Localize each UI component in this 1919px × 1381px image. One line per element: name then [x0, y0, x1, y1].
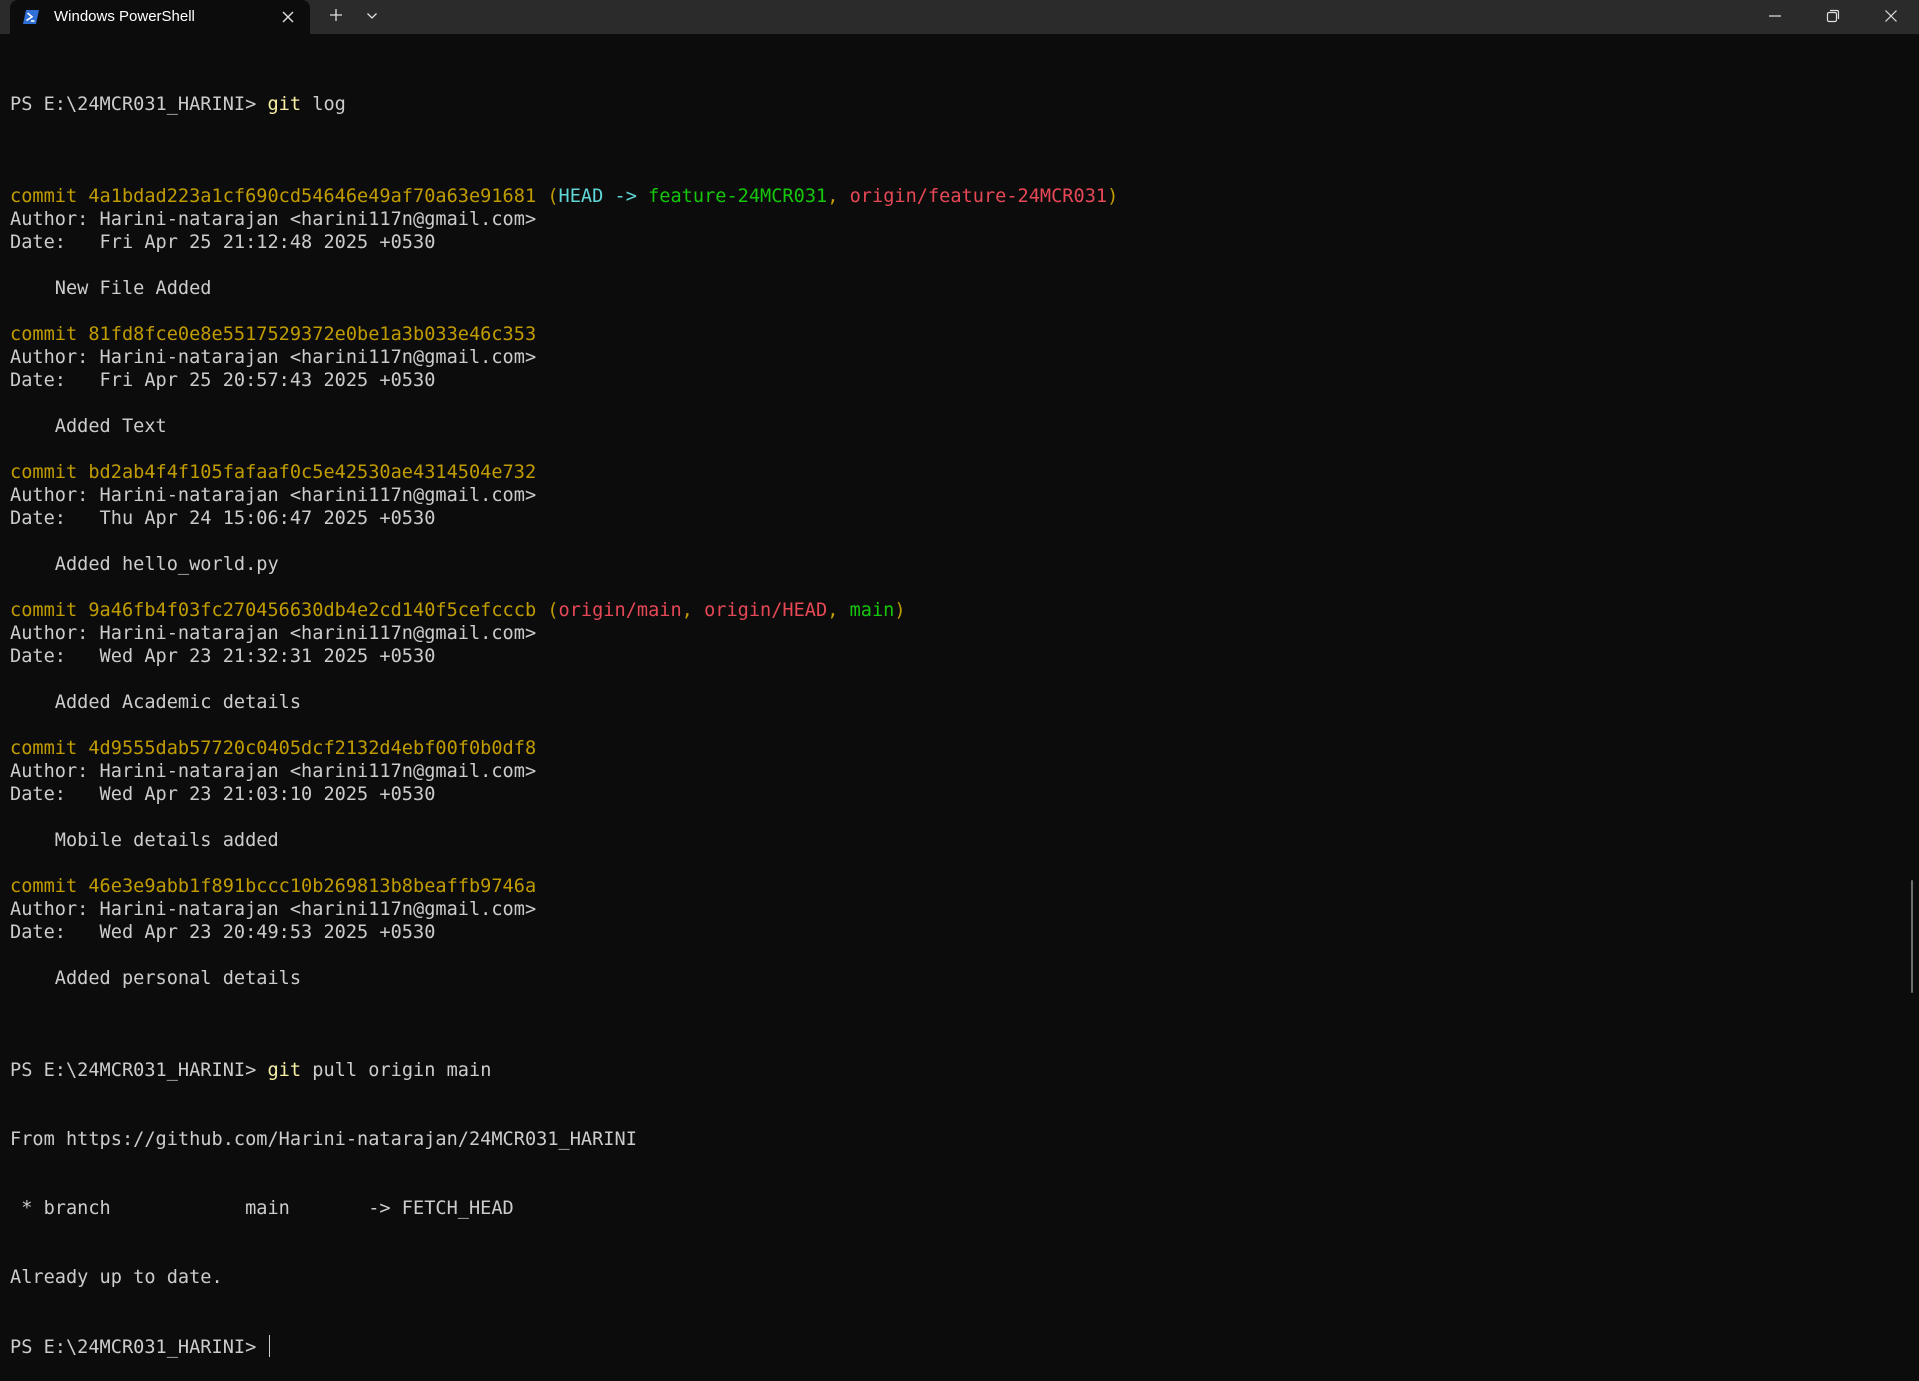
commit-date: Date: Wed Apr 23 20:49:53 2025 +0530 [10, 922, 436, 943]
commit-author: Author: Harini-natarajan <harini117n@gma… [10, 623, 537, 644]
restore-button[interactable] [1808, 0, 1858, 34]
restore-icon [1826, 8, 1840, 27]
powershell-icon [22, 8, 40, 26]
title-bar: Windows PowerShell [0, 0, 1919, 34]
commit-line: commit 4a1bdad223a1cf690cd54646e49af70a6… [10, 185, 1890, 208]
commit-line: commit 81fd8fce0e8e5517529372e0be1a3b033… [10, 323, 1890, 346]
commit-date: Date: Wed Apr 23 21:32:31 2025 +0530 [10, 646, 436, 667]
commit-hash: commit 46e3e9abb1f891bccc10b269813b8beaf… [10, 876, 537, 897]
commit-message: Mobile details added [10, 830, 279, 851]
commit-message: Added Academic details [10, 692, 302, 713]
minimize-icon [1768, 8, 1782, 27]
terminal-output[interactable]: PS E:\24MCR031_HARINI> git log commit 4a… [10, 47, 1890, 1381]
ref-label: feature-24MCR031 [648, 186, 828, 207]
ref-label: ) [894, 600, 906, 621]
commit-message: Added hello_world.py [10, 554, 279, 575]
tab-title: Windows PowerShell [54, 8, 195, 25]
commit-author: Author: Harini-natarajan <harini117n@gma… [10, 761, 537, 782]
pull-output-line: Already up to date. [10, 1267, 223, 1288]
pull-output-line: * branch main -> FETCH_HEAD [10, 1198, 514, 1219]
commit-line: commit 46e3e9abb1f891bccc10b269813b8beaf… [10, 875, 1890, 898]
commit-date: Date: Fri Apr 25 21:12:48 2025 +0530 [10, 232, 436, 253]
commit-message: Added personal details [10, 968, 302, 989]
commit-hash: commit 9a46fb4f03fc270456630db4e2cd140f5… [10, 600, 537, 621]
prompt: PS E:\24MCR031_HARINI> [10, 94, 268, 115]
close-window-button[interactable] [1866, 0, 1916, 34]
prompt: PS E:\24MCR031_HARINI> [10, 1060, 268, 1081]
commit-hash: commit 81fd8fce0e8e5517529372e0be1a3b033… [10, 324, 537, 345]
close-icon[interactable] [280, 9, 296, 25]
tab-windows-powershell[interactable]: Windows PowerShell [10, 0, 310, 34]
ref-label: ( [536, 186, 559, 207]
ref-label: ) [1107, 186, 1119, 207]
tab-dropdown-button[interactable] [356, 0, 388, 34]
commit-date: Date: Thu Apr 24 15:06:47 2025 +0530 [10, 508, 436, 529]
ref-label: origin/main [558, 600, 682, 621]
commit-date: Date: Fri Apr 25 20:57:43 2025 +0530 [10, 370, 436, 391]
commit-line: commit 9a46fb4f03fc270456630db4e2cd140f5… [10, 599, 1890, 622]
command-args: log [301, 94, 346, 115]
commit-author: Author: Harini-natarajan <harini117n@gma… [10, 347, 537, 368]
commit-author: Author: Harini-natarajan <harini117n@gma… [10, 209, 537, 230]
ref-label: HEAD -> [558, 186, 649, 207]
new-tab-button[interactable] [320, 0, 352, 34]
command-args: pull origin main [301, 1060, 492, 1081]
commit-author: Author: Harini-natarajan <harini117n@gma… [10, 899, 537, 920]
terminal-line: PS E:\24MCR031_HARINI> git log [10, 93, 1890, 116]
commit-line: commit bd2ab4f4f105fafaaf0c5e42530ae4314… [10, 461, 1890, 484]
ref-label: origin/feature-24MCR031 [849, 186, 1108, 207]
commit-hash: commit bd2ab4f4f105fafaaf0c5e42530ae4314… [10, 462, 537, 483]
command-git: git [267, 1060, 302, 1081]
pull-output-line: From https://github.com/Harini-natarajan… [10, 1129, 637, 1150]
ref-label: , [827, 600, 850, 621]
command-git: git [267, 94, 302, 115]
ref-label: origin/HEAD [704, 600, 828, 621]
ref-label: , [827, 186, 850, 207]
commit-hash: commit 4a1bdad223a1cf690cd54646e49af70a6… [10, 186, 537, 207]
commit-author: Author: Harini-natarajan <harini117n@gma… [10, 485, 537, 506]
minimize-button[interactable] [1750, 0, 1800, 34]
commit-line: commit 4d9555dab57720c0405dcf2132d4ebf00… [10, 737, 1890, 760]
ref-label: ( [536, 600, 559, 621]
ref-label: , [681, 600, 705, 621]
terminal-line: PS E:\24MCR031_HARINI> [10, 1335, 1890, 1358]
text-cursor [269, 1335, 271, 1357]
commit-message: New File Added [10, 278, 212, 299]
chevron-down-icon [365, 8, 379, 27]
commit-hash: commit 4d9555dab57720c0405dcf2132d4ebf00… [10, 738, 537, 759]
ref-label: main [849, 600, 895, 621]
prompt: PS E:\24MCR031_HARINI> [10, 1337, 268, 1358]
scrollbar[interactable] [1911, 880, 1913, 993]
commit-date: Date: Wed Apr 23 21:03:10 2025 +0530 [10, 784, 436, 805]
plus-icon [328, 7, 344, 27]
commit-message: Added Text [10, 416, 167, 437]
close-icon [1884, 8, 1898, 27]
commit-list: commit 4a1bdad223a1cf690cd54646e49af70a6… [10, 185, 1890, 990]
terminal-line: PS E:\24MCR031_HARINI> git pull origin m… [10, 1059, 1890, 1082]
